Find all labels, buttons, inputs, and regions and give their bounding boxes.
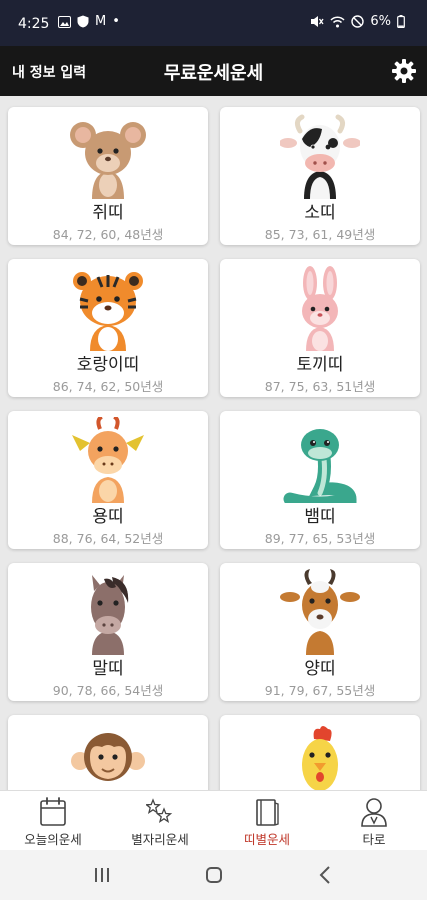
- nav-tarot[interactable]: 타로: [321, 791, 427, 851]
- nav-label: 타로: [362, 832, 386, 847]
- zodiac-name: 쥐띠: [92, 203, 124, 223]
- snake-icon: [283, 429, 357, 503]
- horse-icon: [91, 575, 129, 655]
- rat-icon: [70, 122, 146, 199]
- notification-dot: •: [112, 14, 120, 29]
- zodiac-years: 89, 77, 65, 53년생: [264, 531, 376, 546]
- zodiac-card-monkey[interactable]: [8, 715, 208, 790]
- calendar-icon: [40, 797, 66, 826]
- zodiac-grid: 쥐띠 84, 72, 60, 48년생 소띠 85, 73, 61, 49년생: [0, 96, 427, 790]
- status-time: 4:25: [18, 16, 50, 32]
- nav-label: 오늘의운세: [24, 832, 82, 847]
- zodiac-card-ox[interactable]: 소띠 85, 73, 61, 49년생: [220, 107, 420, 245]
- zodiac-card-horse[interactable]: 말띠 90, 78, 66, 54년생: [8, 563, 208, 701]
- status-bar: 4:25 M • 6%: [0, 0, 427, 46]
- goat-icon: [280, 569, 360, 655]
- zodiac-name: 토끼띠: [296, 355, 344, 375]
- book-icon: [256, 799, 279, 826]
- home-icon[interactable]: [200, 862, 228, 888]
- zodiac-years: 86, 74, 62, 50년생: [52, 379, 164, 394]
- zodiac-name: 호랑이띠: [76, 355, 140, 375]
- do-not-disturb-icon: [351, 15, 365, 28]
- nav-zodiac-fortune[interactable]: 띠별운세: [214, 791, 320, 851]
- zodiac-card-tiger[interactable]: 호랑이띠 86, 74, 62, 50년생: [8, 259, 208, 397]
- zodiac-years: 88, 76, 64, 52년생: [52, 531, 164, 546]
- shield-icon: [77, 15, 89, 28]
- wifi-icon: [330, 15, 345, 27]
- status-system-icons: 6%: [310, 14, 405, 29]
- nav-constellation-fortune[interactable]: 별자리운세: [107, 791, 213, 851]
- bottom-navigation: 오늘의운세 별자리운세 띠별운세 타로: [0, 790, 427, 850]
- person-icon: [361, 798, 387, 827]
- mute-icon: [311, 16, 324, 27]
- zodiac-years: 90, 78, 66, 54년생: [52, 683, 164, 698]
- page-title: 무료운세운세: [163, 63, 264, 84]
- nav-label: 별자리운세: [131, 832, 189, 847]
- monkey-icon: [71, 733, 145, 781]
- zodiac-name: 말띠: [92, 659, 124, 679]
- recent-apps-icon[interactable]: [88, 862, 116, 888]
- mail-icon: M: [95, 14, 107, 29]
- zodiac-name: 양띠: [304, 659, 336, 679]
- ox-icon: [280, 114, 360, 199]
- zodiac-name: 소띠: [304, 203, 336, 223]
- gear-icon[interactable]: [391, 58, 417, 84]
- zodiac-card-rabbit[interactable]: 토끼띠 87, 75, 63, 51년생: [220, 259, 420, 397]
- zodiac-name: 뱀띠: [304, 507, 336, 527]
- app-header: 내 정보 입력 무료운세운세: [0, 46, 427, 96]
- zodiac-card-goat[interactable]: 양띠 91, 79, 67, 55년생: [220, 563, 420, 701]
- battery-percent: 6%: [370, 14, 391, 29]
- zodiac-card-rooster[interactable]: [220, 715, 420, 790]
- zodiac-card-dragon[interactable]: 용띠 88, 76, 64, 52년생: [8, 411, 208, 549]
- nav-label: 띠별운세: [243, 832, 290, 847]
- rabbit-icon: [302, 266, 338, 351]
- zodiac-name: 용띠: [92, 507, 124, 527]
- tiger-icon: [73, 272, 143, 351]
- system-navigation-bar: [0, 850, 427, 900]
- zodiac-card-rat[interactable]: 쥐띠 84, 72, 60, 48년생: [8, 107, 208, 245]
- zodiac-years: 87, 75, 63, 51년생: [264, 379, 376, 394]
- zodiac-years: 84, 72, 60, 48년생: [52, 227, 164, 242]
- zodiac-years: 91, 79, 67, 55년생: [264, 683, 376, 698]
- stars-icon: [146, 798, 173, 823]
- dragon-icon: [72, 417, 144, 503]
- zodiac-card-snake[interactable]: 뱀띠 89, 77, 65, 53년생: [220, 411, 420, 549]
- nav-today-fortune[interactable]: 오늘의운세: [0, 791, 106, 851]
- battery-icon: [397, 15, 405, 28]
- zodiac-years: 85, 73, 61, 49년생: [264, 227, 376, 242]
- rooster-icon: [302, 726, 338, 790]
- back-icon[interactable]: [312, 862, 340, 888]
- status-notification-icons: M •: [58, 14, 120, 29]
- gallery-icon: [58, 15, 71, 28]
